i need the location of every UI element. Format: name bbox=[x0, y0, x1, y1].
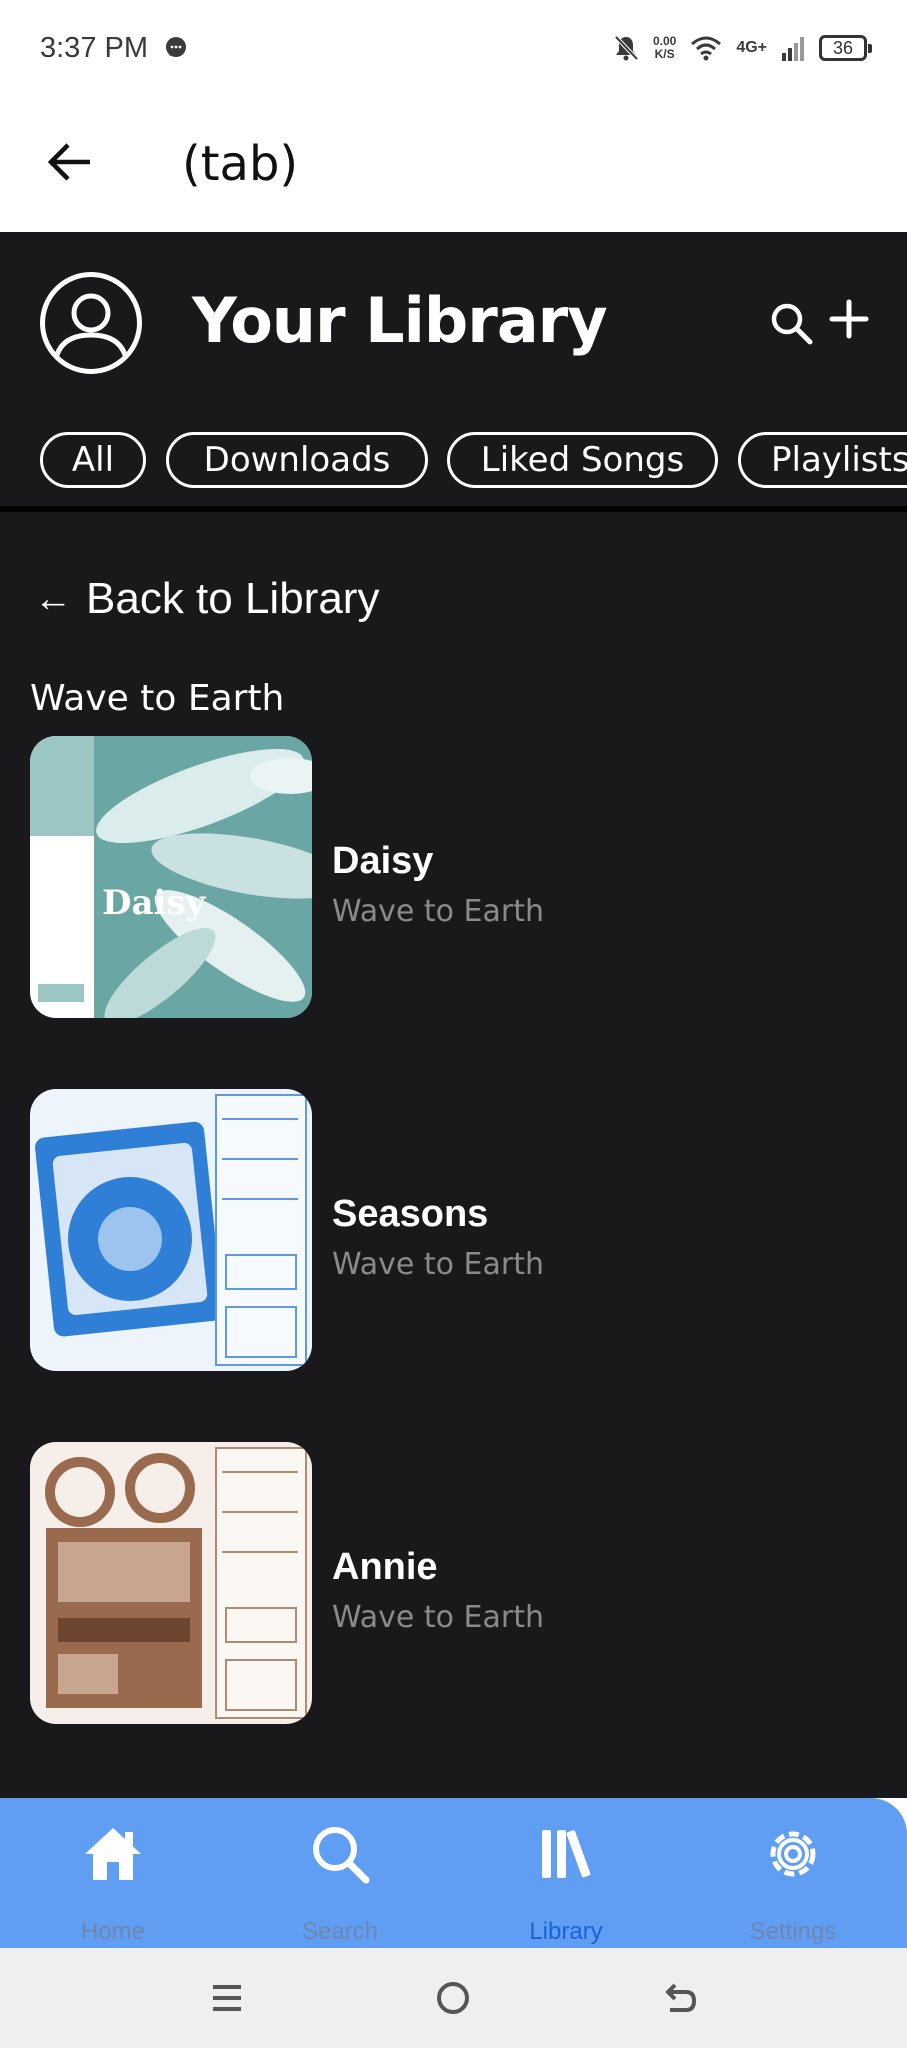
album-cover-seasons bbox=[30, 1089, 312, 1371]
chip-downloads[interactable]: Downloads bbox=[166, 432, 428, 488]
status-time: 3:37 PM bbox=[40, 32, 148, 64]
network-type: 4G+ bbox=[736, 39, 767, 56]
nav-settings[interactable]: Settings bbox=[680, 1798, 906, 1948]
album-cover-annie bbox=[30, 1442, 312, 1724]
home-icon bbox=[85, 1828, 141, 1880]
album-artist: Wave to Earth bbox=[332, 894, 544, 929]
battery-indicator: 36 bbox=[819, 35, 872, 61]
add-icon[interactable] bbox=[826, 296, 872, 342]
header-divider bbox=[0, 506, 907, 512]
search-icon bbox=[313, 1827, 370, 1884]
signal-icon bbox=[782, 37, 804, 61]
nav-settings-label: Settings bbox=[749, 1918, 837, 1945]
home-circle-icon[interactable] bbox=[433, 1978, 473, 2018]
chat-notification-icon bbox=[166, 37, 186, 57]
network-speed: 0.00 K/S bbox=[652, 34, 677, 61]
bell-muted-icon bbox=[614, 35, 639, 61]
arrow-left-icon: ← bbox=[34, 577, 72, 620]
album-item-seasons[interactable]: Seasons Wave to Earth bbox=[30, 1089, 877, 1371]
filter-chips: All Downloads Liked Songs Playlists bbox=[0, 432, 907, 492]
album-title: Daisy bbox=[332, 840, 434, 882]
profile-avatar[interactable] bbox=[40, 272, 142, 374]
user-icon bbox=[52, 293, 130, 364]
gear-icon bbox=[770, 1831, 816, 1877]
app-bar: (tab) bbox=[0, 100, 907, 232]
svg-text:Daisy: Daisy bbox=[102, 883, 207, 923]
chip-playlists[interactable]: Playlists bbox=[738, 432, 907, 488]
library-title: Your Library bbox=[192, 284, 608, 357]
library-icon bbox=[542, 1830, 591, 1878]
library-header: Your Library bbox=[0, 232, 907, 412]
page-title: (tab) bbox=[182, 136, 299, 192]
nav-home[interactable]: Home bbox=[0, 1798, 226, 1948]
album-title: Annie bbox=[332, 1546, 438, 1588]
album-title: Seasons bbox=[332, 1193, 489, 1235]
nav-library-label: Library bbox=[529, 1918, 603, 1945]
status-icons: 0.00 K/S 4G+ 36 bbox=[613, 30, 872, 66]
wifi-icon bbox=[691, 36, 722, 61]
nav-search-label: Search bbox=[301, 1918, 379, 1945]
album-cover-daisy: Daisy bbox=[30, 736, 312, 1018]
search-icon[interactable] bbox=[768, 300, 814, 346]
chip-liked-songs[interactable]: Liked Songs bbox=[447, 432, 718, 488]
nav-search[interactable]: Search bbox=[227, 1798, 453, 1948]
back-arrow-icon[interactable] bbox=[44, 136, 96, 188]
album-item-annie[interactable]: Annie Wave to Earth bbox=[30, 1442, 877, 1724]
back-to-library-label: Back to Library bbox=[86, 574, 380, 623]
album-item-daisy[interactable]: Daisy Daisy Wave to Earth bbox=[30, 736, 877, 1018]
bottom-nav: Home Search Library Settings bbox=[0, 1798, 907, 1948]
album-artist: Wave to Earth bbox=[332, 1600, 544, 1635]
system-back-icon[interactable] bbox=[660, 1978, 700, 2018]
artist-heading: Wave to Earth bbox=[30, 678, 285, 719]
status-bar: 3:37 PM 0.00 K/S 4G+ 36 bbox=[0, 0, 907, 100]
album-artist: Wave to Earth bbox=[332, 1247, 544, 1282]
menu-icon[interactable] bbox=[207, 1978, 247, 2018]
back-to-library-link[interactable]: ← Back to Library bbox=[34, 574, 379, 624]
nav-library[interactable]: Library bbox=[453, 1798, 679, 1948]
nav-home-label: Home bbox=[80, 1918, 146, 1945]
system-nav-bar bbox=[0, 1948, 907, 2048]
chip-all[interactable]: All bbox=[40, 432, 146, 488]
